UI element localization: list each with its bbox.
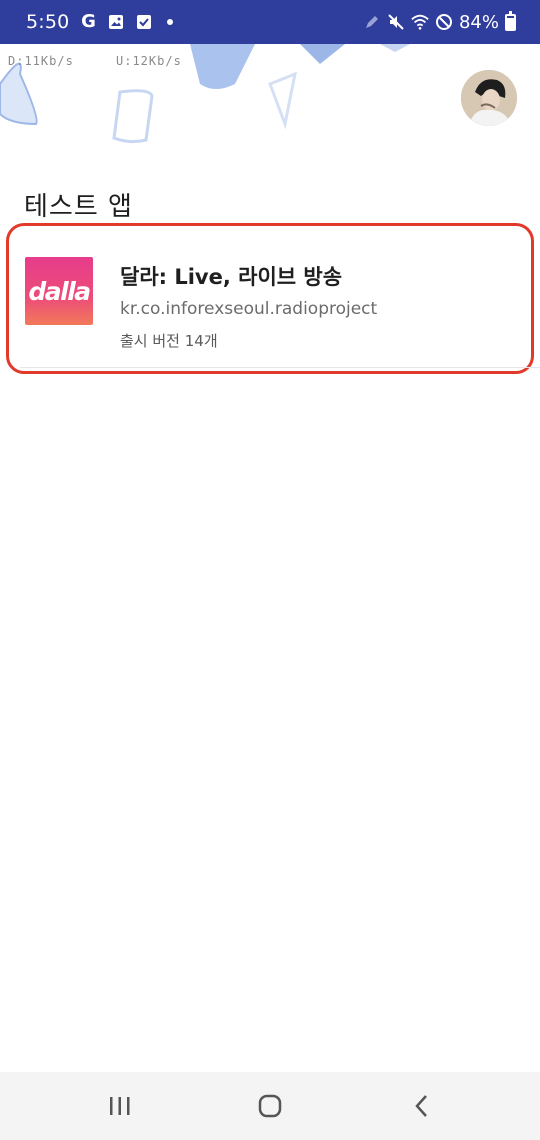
- status-left: 5:50 G: [26, 11, 174, 33]
- section-title: 테스트 앱: [24, 192, 133, 222]
- recents-icon[interactable]: [100, 1090, 140, 1122]
- status-time: 5:50: [26, 11, 70, 33]
- status-right: 84%: [363, 10, 516, 33]
- mute-icon: [387, 13, 405, 31]
- list-divider: [20, 367, 540, 368]
- status-bar: 5:50 G 84%: [0, 0, 540, 44]
- upload-speed: U:12Kb/s: [116, 54, 182, 68]
- app-icon-logo: dalla: [28, 276, 91, 306]
- navigation-bar: [0, 1072, 540, 1140]
- gallery-icon: [107, 13, 125, 31]
- app-package-name: kr.co.inforexseoul.radioproject: [120, 299, 378, 319]
- app-name: 달라: Live, 라이브 방송: [120, 265, 343, 289]
- battery-fill: [507, 17, 514, 29]
- download-speed: D:11Kb/s: [8, 54, 74, 68]
- header-area: D:11Kb/s U:12Kb/s: [0, 44, 540, 154]
- battery-percent: 84%: [458, 11, 499, 33]
- pen-icon: [363, 13, 381, 31]
- do-not-disturb-icon: [435, 13, 453, 31]
- app-icon: dalla: [25, 257, 93, 325]
- battery-icon: [505, 10, 516, 31]
- decorative-shapes: [0, 44, 410, 144]
- back-icon[interactable]: [402, 1090, 442, 1122]
- wifi-icon: [411, 13, 429, 31]
- app-version-count: 출시 버전 14개: [120, 332, 218, 350]
- notification-dot-icon: [167, 19, 174, 25]
- home-icon[interactable]: [250, 1090, 290, 1122]
- account-avatar[interactable]: [461, 70, 517, 126]
- app-list-item[interactable]: dalla 달라: Live, 라이브 방송 kr.co.inforexseou…: [6, 223, 534, 374]
- checklist-icon: [135, 13, 153, 31]
- google-icon: G: [81, 11, 96, 32]
